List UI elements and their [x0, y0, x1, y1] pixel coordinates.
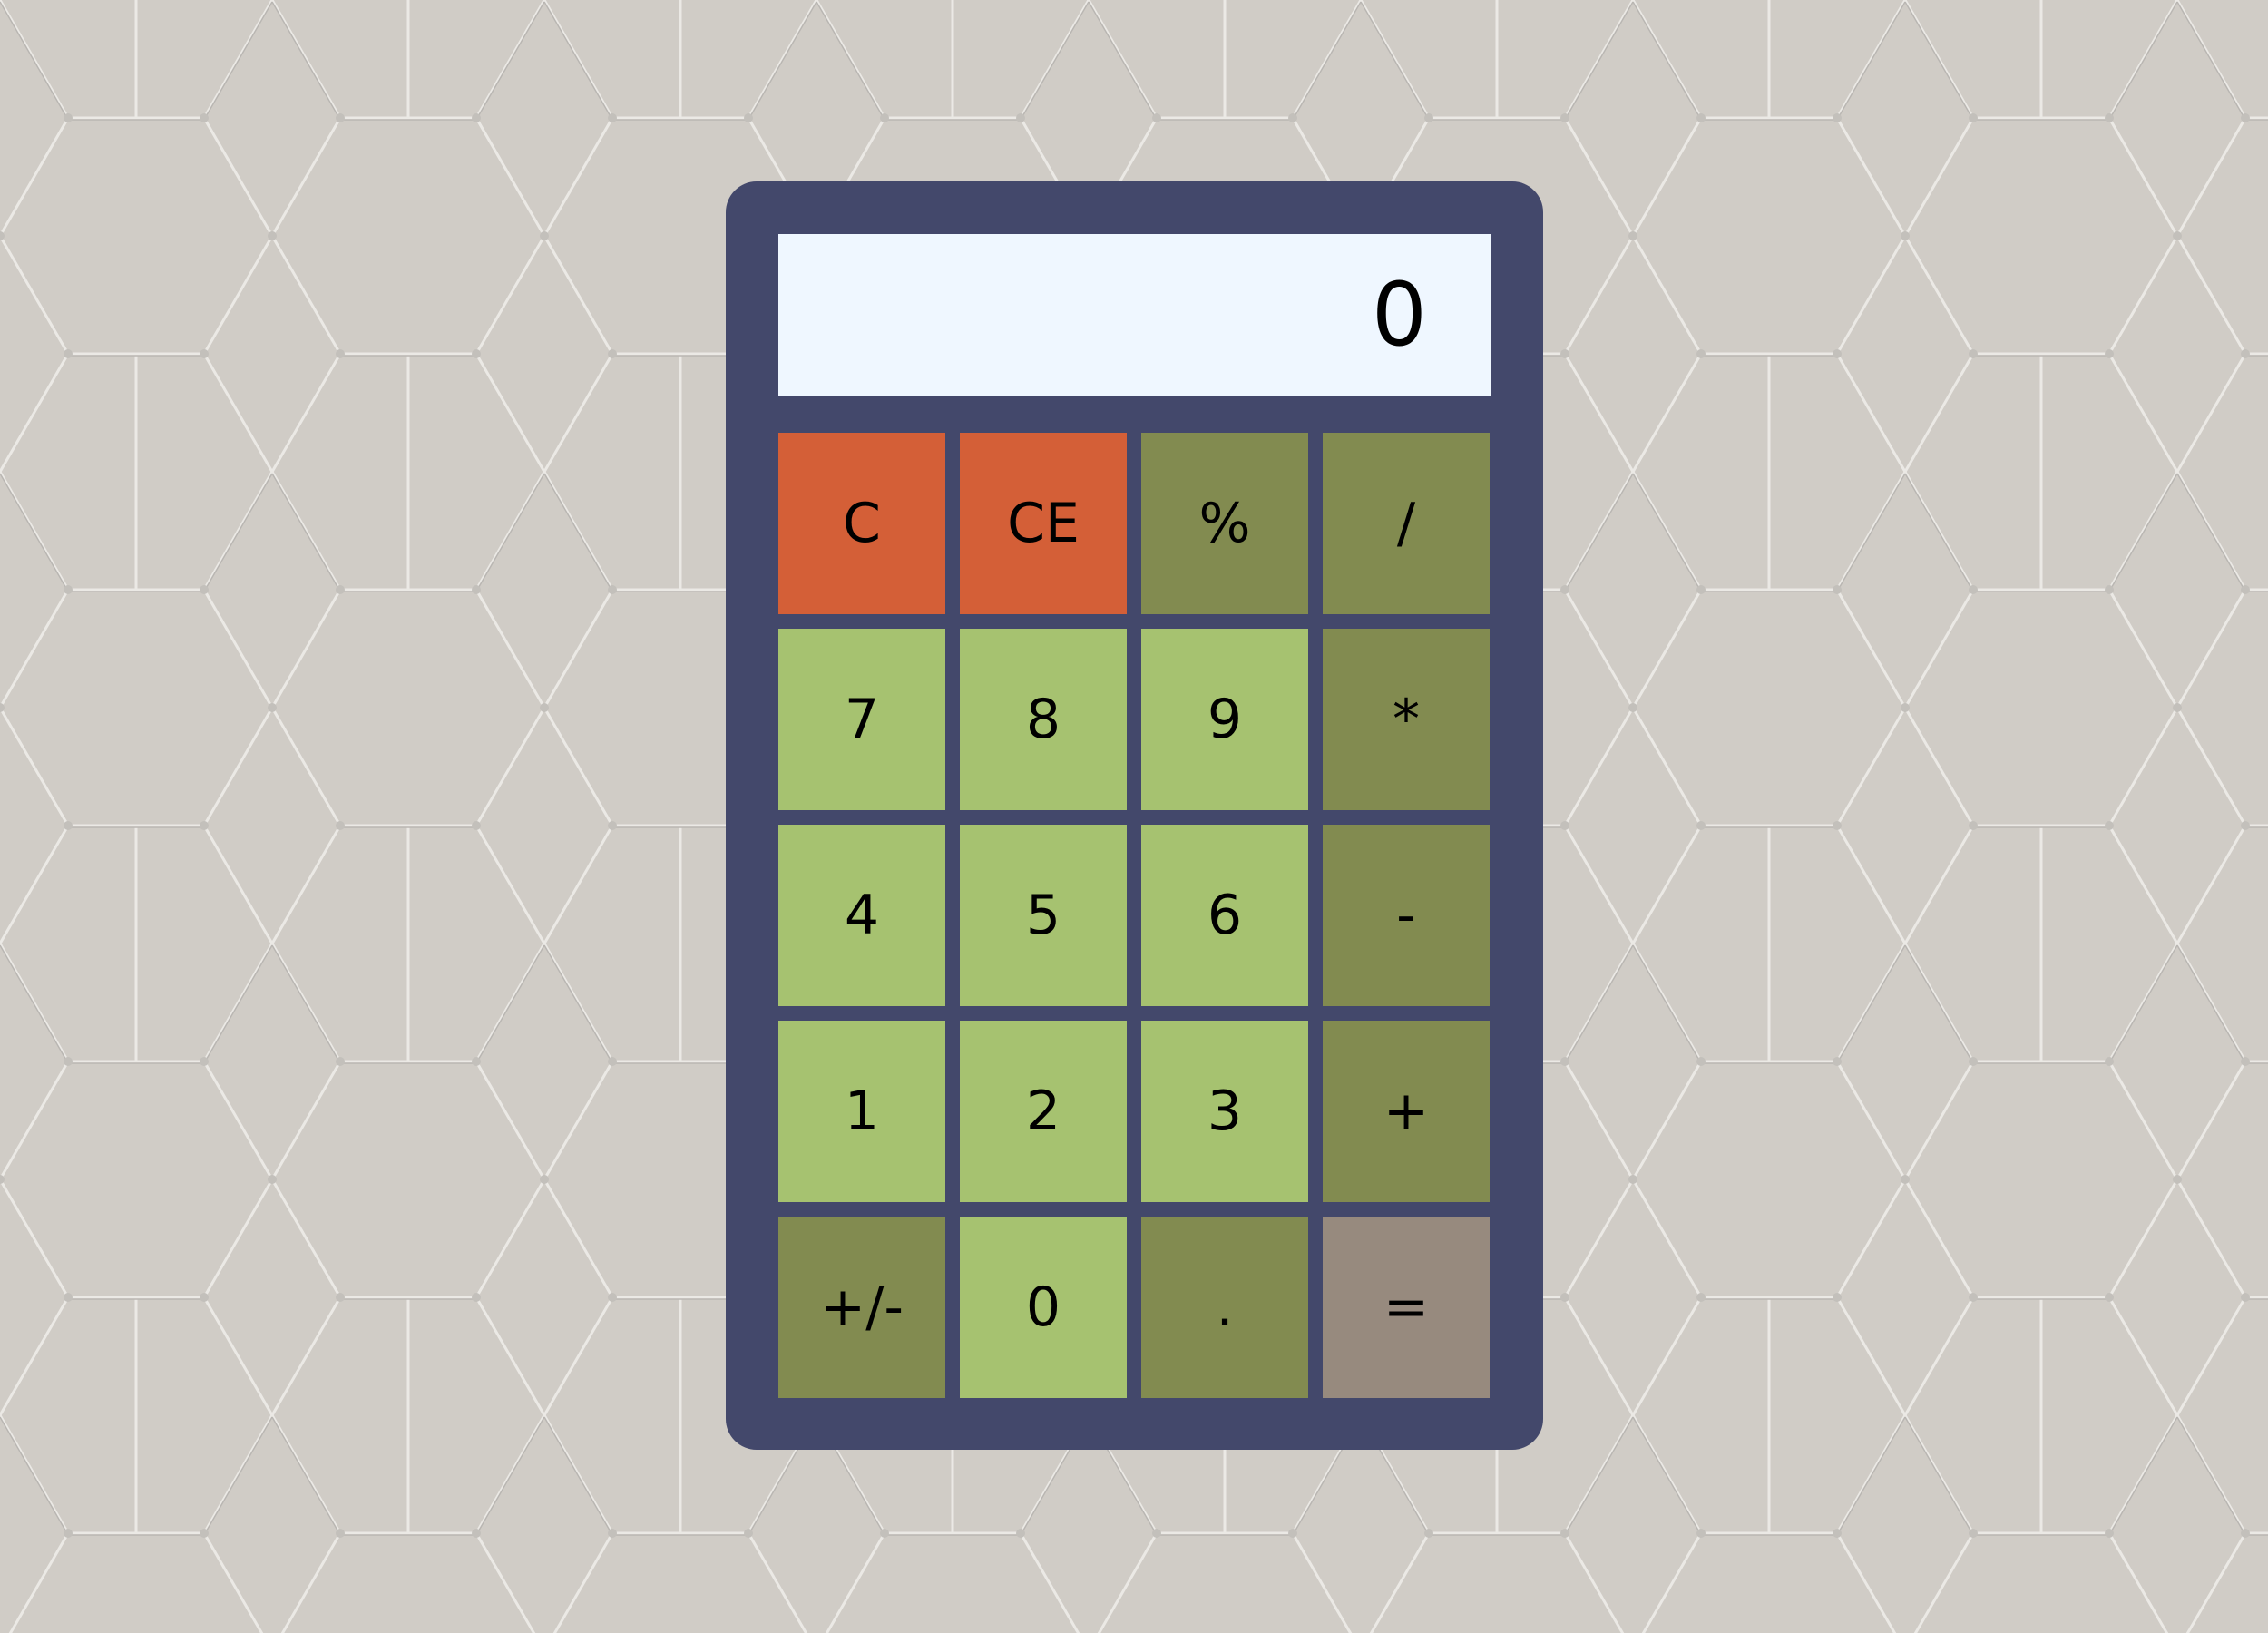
key-label: 6	[1207, 884, 1243, 947]
digit-1-button[interactable]: 1	[778, 1021, 945, 1202]
key-label: 9	[1207, 688, 1243, 751]
digit-4-button[interactable]: 4	[778, 825, 945, 1006]
key-label: +	[1383, 1080, 1430, 1143]
clear-entry-button[interactable]: CE	[960, 433, 1127, 614]
digit-7-button[interactable]: 7	[778, 629, 945, 810]
key-label: 7	[844, 688, 880, 751]
key-label: 2	[1025, 1080, 1061, 1143]
key-label: CE	[1007, 492, 1080, 555]
clear-button[interactable]: C	[778, 433, 945, 614]
key-label: %	[1198, 492, 1251, 555]
key-label: -	[1396, 884, 1416, 947]
add-button[interactable]: +	[1323, 1021, 1490, 1202]
percent-button[interactable]: %	[1141, 433, 1308, 614]
key-label: .	[1216, 1276, 1234, 1339]
key-label: /	[1396, 492, 1416, 555]
toggle-sign-button[interactable]: +/-	[778, 1217, 945, 1398]
calculator: 0 C CE% / 7 8 9 * 4 5 6 - 1 2 3 + +/- 0. =	[726, 181, 1543, 1450]
multiply-button[interactable]: *	[1323, 629, 1490, 810]
digit-3-button[interactable]: 3	[1141, 1021, 1308, 1202]
digit-2-button[interactable]: 2	[960, 1021, 1127, 1202]
digit-0-button[interactable]: 0	[960, 1217, 1127, 1398]
key-label: 3	[1207, 1080, 1243, 1143]
digit-9-button[interactable]: 9	[1141, 629, 1308, 810]
digit-6-button[interactable]: 6	[1141, 825, 1308, 1006]
key-label: =	[1383, 1276, 1430, 1339]
digit-5-button[interactable]: 5	[960, 825, 1127, 1006]
equals-button[interactable]: =	[1323, 1217, 1490, 1398]
keypad: C CE% / 7 8 9 * 4 5 6 - 1 2 3 + +/- 0. =	[778, 433, 1491, 1398]
digit-8-button[interactable]: 8	[960, 629, 1127, 810]
key-label: 1	[844, 1080, 880, 1143]
display-value: 0	[1371, 264, 1429, 366]
key-label: *	[1393, 688, 1420, 751]
key-label: 0	[1025, 1276, 1061, 1339]
divide-button[interactable]: /	[1323, 433, 1490, 614]
key-label: C	[843, 492, 881, 555]
decimal-button[interactable]: .	[1141, 1217, 1308, 1398]
key-label: 8	[1025, 688, 1061, 751]
subtract-button[interactable]: -	[1323, 825, 1490, 1006]
key-label: 5	[1025, 884, 1061, 947]
key-label: +/-	[819, 1276, 904, 1339]
key-label: 4	[844, 884, 880, 947]
calculator-display: 0	[778, 234, 1491, 396]
